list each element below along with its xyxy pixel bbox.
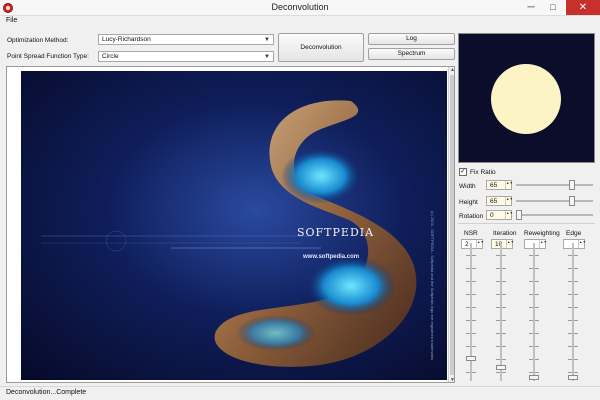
- menu-bar: File: [0, 16, 600, 28]
- title-bar: Deconvolution ─ □ ✕: [0, 0, 600, 16]
- psf-disc: [491, 64, 561, 134]
- width-slider[interactable]: [516, 180, 593, 190]
- psf-type-select[interactable]: Circle ▼: [98, 51, 274, 62]
- height-slider[interactable]: [516, 196, 593, 206]
- scroll-thumb[interactable]: [450, 75, 454, 375]
- slider-thumb[interactable]: [466, 355, 476, 361]
- spin-arrows-icon[interactable]: ▲▼: [476, 240, 484, 248]
- psf-type-value: Circle: [102, 53, 119, 60]
- height-spinbox[interactable]: 65 ▲▼: [486, 196, 513, 206]
- rotation-value: 0: [490, 212, 494, 219]
- edge-slider[interactable]: [568, 243, 578, 381]
- edge-label: Edge: [566, 230, 582, 237]
- slider-track: [516, 200, 593, 202]
- fix-ratio-label: Fix Ratio: [470, 169, 496, 176]
- slider-thumb[interactable]: [569, 196, 576, 206]
- slider-thumb[interactable]: [516, 210, 522, 220]
- spin-arrows-icon[interactable]: ▲▼: [506, 240, 514, 248]
- scroll-up-icon[interactable]: ▲: [449, 67, 454, 73]
- slider-track: [516, 184, 593, 186]
- chevron-down-icon: ▼: [264, 54, 270, 60]
- rotation-slider[interactable]: [516, 210, 593, 220]
- slider-track: [533, 243, 535, 381]
- scroll-down-icon[interactable]: ▼: [449, 377, 454, 382]
- psf-preview: [458, 33, 595, 163]
- image-url-text: www.softpedia.com: [303, 254, 360, 260]
- spin-arrows-icon[interactable]: ▲▼: [505, 211, 513, 219]
- image-side-text: (c) 2004 - SOFTPEDIA - Softpedia and the…: [430, 211, 435, 361]
- slider-thumb[interactable]: [496, 364, 506, 370]
- reweighting-slider[interactable]: [529, 243, 539, 381]
- height-value: 65: [490, 198, 498, 205]
- deconvolution-button[interactable]: Deconvolution: [278, 33, 364, 62]
- nsr-slider[interactable]: [466, 243, 476, 381]
- maximize-button[interactable]: □: [543, 0, 563, 15]
- divider: [458, 223, 595, 224]
- rotation-spinbox[interactable]: 0 ▲▼: [486, 210, 513, 220]
- minimize-button[interactable]: ─: [521, 0, 541, 15]
- image-viewer[interactable]: SOFTPEDIA www.softpedia.com (c) 2004 - S…: [6, 66, 455, 383]
- fix-ratio-checkbox[interactable]: ✓: [459, 168, 467, 176]
- viewer-scrollbar[interactable]: ▲ ▼: [448, 67, 454, 382]
- status-text: Deconvolution...Complete: [6, 389, 87, 396]
- slider-track: [500, 243, 502, 381]
- height-label: Height: [459, 199, 478, 206]
- width-spinbox[interactable]: 65 ▲▼: [486, 180, 513, 190]
- iteration-label: Iteration: [493, 230, 517, 237]
- optimization-method-label: Optimization Method:: [7, 37, 69, 44]
- slider-thumb[interactable]: [568, 375, 578, 380]
- optimization-method-value: Lucy-Richardson: [102, 36, 151, 43]
- spin-arrows-icon[interactable]: ▲▼: [539, 240, 547, 248]
- rotation-label: Rotation: [459, 213, 484, 220]
- slider-track: [516, 214, 593, 216]
- result-image: SOFTPEDIA www.softpedia.com (c) 2004 - S…: [21, 71, 447, 380]
- menu-file[interactable]: File: [6, 17, 17, 24]
- spectrum-button[interactable]: Spectrum: [368, 48, 455, 60]
- log-button[interactable]: Log: [368, 33, 455, 45]
- optimization-method-select[interactable]: Lucy-Richardson ▼: [98, 34, 274, 45]
- width-label: Width: [459, 183, 476, 190]
- psf-type-label: Point Spread Function Type:: [7, 53, 89, 60]
- reweighting-label: Reweighting: [524, 230, 560, 237]
- status-bar: Deconvolution...Complete: [0, 386, 600, 400]
- image-brand-text: SOFTPEDIA: [297, 226, 375, 239]
- slider-thumb[interactable]: [529, 375, 539, 380]
- spin-arrows-icon[interactable]: ▲▼: [578, 240, 586, 248]
- slider-thumb[interactable]: [569, 180, 576, 190]
- window-title: Deconvolution: [271, 2, 329, 12]
- spin-arrows-icon[interactable]: ▲▼: [505, 181, 513, 189]
- iteration-slider[interactable]: [496, 243, 506, 381]
- width-value: 65: [490, 182, 498, 189]
- close-button[interactable]: ✕: [566, 0, 600, 15]
- chevron-down-icon: ▼: [264, 37, 270, 43]
- spin-arrows-icon[interactable]: ▲▼: [505, 197, 513, 205]
- nsr-label: NSR: [464, 230, 478, 237]
- slider-track: [572, 243, 574, 381]
- island-artwork: [41, 100, 417, 367]
